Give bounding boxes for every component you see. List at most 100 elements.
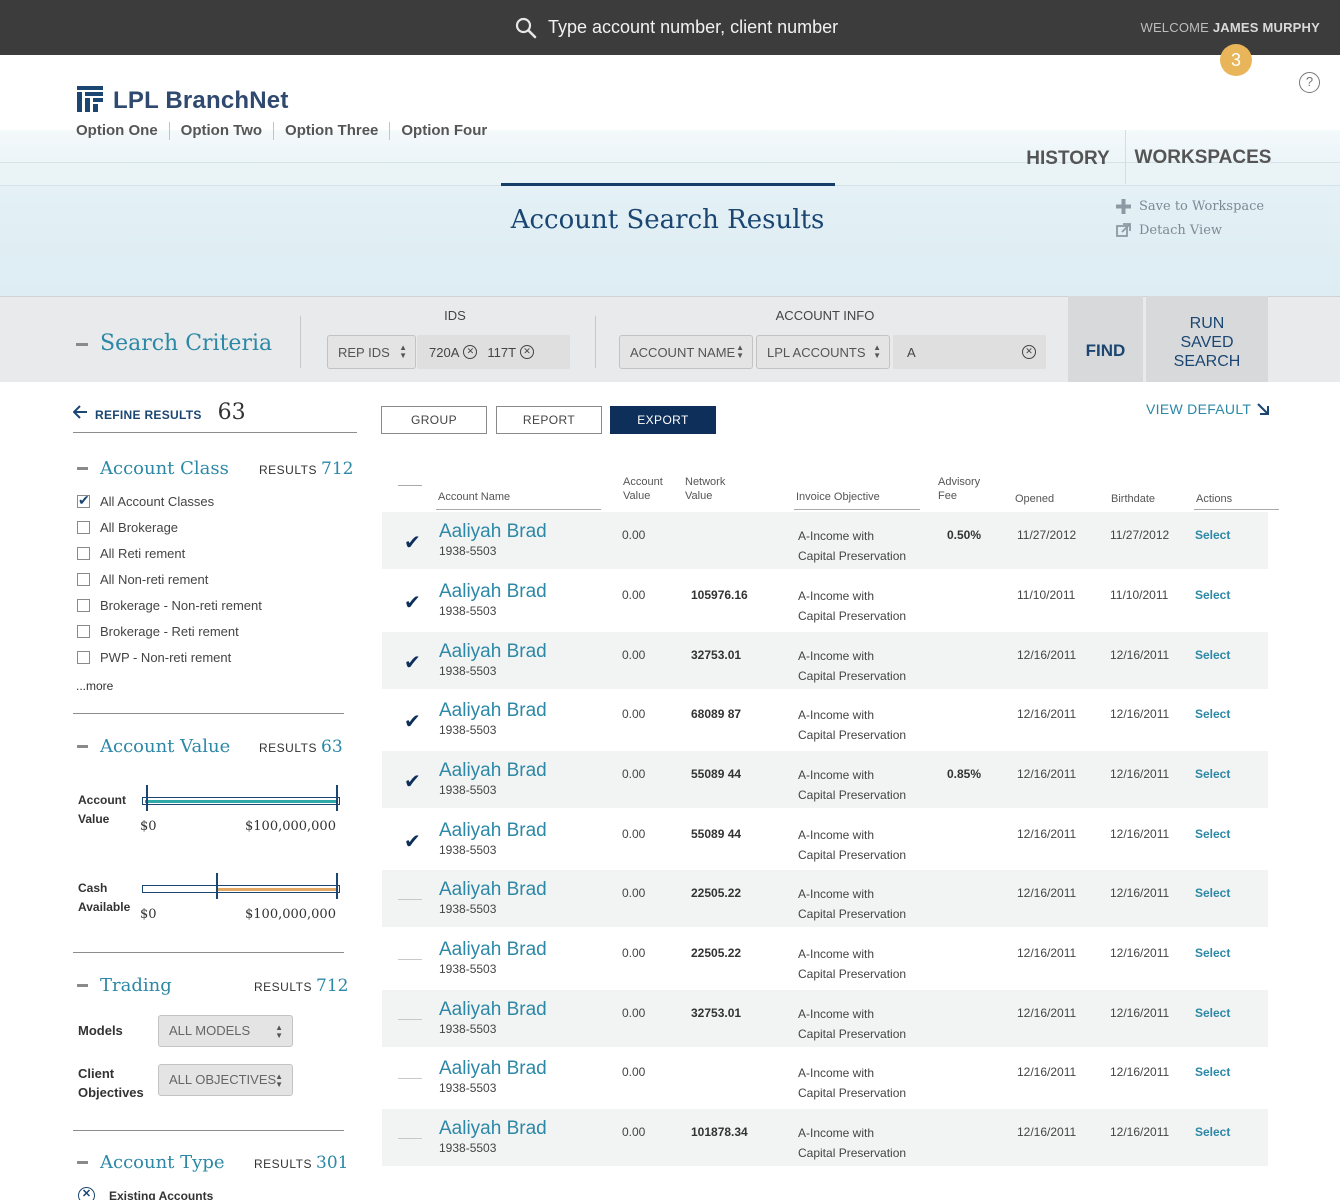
help-icon[interactable]: ? [1299, 72, 1320, 93]
account-class-option[interactable]: All Brokerage [77, 520, 178, 535]
collapse-icon[interactable] [77, 984, 88, 987]
table-row[interactable]: Aaliyah Brad 1938-5503 0.00 32753.01 A-Incom… [382, 990, 1268, 1047]
collapse-icon[interactable] [77, 467, 88, 470]
select-link[interactable]: Select [1195, 767, 1230, 781]
row-checkbox[interactable] [398, 1138, 422, 1139]
table-row[interactable]: ✔ Aaliyah Brad 1938-5503 0.00 105976.16 A-Inc… [382, 572, 1268, 629]
row-checkbox-checked-icon[interactable]: ✔ [404, 712, 421, 732]
select-link[interactable]: Select [1195, 1125, 1230, 1139]
export-button[interactable]: EXPORT [610, 406, 716, 434]
col-advisory-fee[interactable]: Advisory Fee [938, 475, 980, 503]
account-value-range-track[interactable] [142, 797, 340, 805]
row-checkbox-checked-icon[interactable]: ✔ [404, 653, 421, 673]
report-button[interactable]: REPORT [496, 406, 602, 434]
account-name-link[interactable]: Aaliyah Brad [439, 1118, 547, 1140]
account-class-option[interactable]: PWP - Non-reti rement [77, 650, 231, 665]
col-opened[interactable]: Opened [1015, 492, 1054, 506]
account-class-option[interactable]: All Non-reti rement [77, 572, 208, 587]
find-button[interactable]: FIND [1068, 296, 1143, 382]
more-link[interactable]: ...more [76, 679, 113, 693]
app-logo-text[interactable]: LPL BranchNet [113, 87, 289, 115]
account-name-link[interactable]: Aaliyah Brad [439, 581, 547, 603]
select-link[interactable]: Select [1195, 528, 1230, 542]
lpl-accounts-select[interactable]: LPL ACCOUNTS ▲ ▼ [756, 335, 890, 369]
remove-chip-icon[interactable]: ✕ [463, 345, 478, 359]
table-row[interactable]: Aaliyah Brad 1938-5503 0.00 A-Income with Ca… [382, 1049, 1268, 1106]
select-link[interactable]: Select [1195, 648, 1230, 662]
row-checkbox[interactable] [398, 959, 422, 960]
account-class-option[interactable]: All Reti rement [77, 546, 185, 561]
tab-history[interactable]: HISTORY [1012, 140, 1124, 184]
models-select[interactable]: ALL MODELS ▲ ▼ [158, 1015, 293, 1047]
collapse-icon[interactable] [77, 745, 88, 748]
account-class-option[interactable]: Brokerage - Reti rement [77, 624, 239, 639]
rep-ids-select[interactable]: REP IDS ▲ ▼ [327, 335, 416, 369]
account-name-link[interactable]: Aaliyah Brad [439, 700, 547, 722]
account-type-title[interactable]: Account Type [100, 1152, 225, 1173]
account-query-input[interactable]: A ✕ [893, 335, 1046, 369]
view-default-link[interactable]: VIEW DEFAULT [1146, 401, 1270, 417]
checkbox[interactable] [77, 625, 90, 638]
table-row[interactable]: ✔ Aaliyah Brad 1938-5503 0.00 55089 44 A-Inco… [382, 811, 1268, 868]
tab-workspaces[interactable]: WORKSPACES [1125, 130, 1280, 184]
select-link[interactable]: Select [1195, 588, 1230, 602]
user-name[interactable]: JAMES MURPHY [1213, 20, 1320, 35]
row-checkbox[interactable] [398, 1019, 422, 1020]
checkbox[interactable] [77, 492, 90, 509]
checkbox[interactable] [77, 599, 90, 612]
table-row[interactable]: Aaliyah Brad 1938-5503 0.00 101878.34 A-Inco… [382, 1109, 1268, 1166]
group-button[interactable]: GROUP [381, 406, 487, 434]
account-name-link[interactable]: Aaliyah Brad [439, 999, 547, 1021]
range-handle-max[interactable] [336, 785, 338, 811]
select-link[interactable]: Select [1195, 946, 1230, 960]
checkbox[interactable] [77, 547, 90, 560]
account-name-link[interactable]: Aaliyah Brad [439, 760, 547, 782]
row-checkbox-checked-icon[interactable]: ✔ [404, 593, 421, 613]
range-handle-min[interactable] [216, 873, 219, 899]
account-name-select[interactable]: ACCOUNT NAME ▲ ▼ [619, 335, 753, 369]
account-name-link[interactable]: Aaliyah Brad [439, 521, 547, 543]
rep-ids-field[interactable]: 720A ✕ 117T ✕ [417, 335, 570, 369]
account-class-option[interactable]: Brokerage - Non-reti rement [77, 598, 262, 613]
select-link[interactable]: Select [1195, 1065, 1230, 1079]
col-invoice-objective[interactable]: Invoice Objective [796, 490, 880, 504]
collapse-icon[interactable] [76, 343, 88, 346]
range-handle-max[interactable] [336, 873, 338, 899]
account-name-link[interactable]: Aaliyah Brad [439, 939, 547, 961]
run-saved-search-button[interactable]: RUN SAVED SEARCH [1146, 296, 1268, 382]
search-icon[interactable] [514, 16, 538, 40]
col-network-value[interactable]: Network Value [685, 475, 725, 503]
range-handle-min[interactable] [146, 785, 148, 811]
remove-filter-icon[interactable]: ✕ [78, 1187, 95, 1200]
row-checkbox[interactable] [398, 899, 422, 900]
search-criteria-label[interactable]: Search Criteria [100, 331, 272, 356]
clear-input-icon[interactable]: ✕ [1022, 345, 1036, 359]
col-birthdate[interactable]: Birthdate [1111, 492, 1155, 506]
select-link[interactable]: Select [1195, 886, 1230, 900]
account-value-title[interactable]: Account Value [100, 736, 230, 757]
nav-option-one[interactable]: Option One [76, 122, 169, 140]
cash-available-range-track[interactable] [142, 885, 340, 893]
table-row[interactable]: ✔ Aaliyah Brad 1938-5503 0.00 55089 44 A-Inco… [382, 751, 1268, 808]
row-checkbox-checked-icon[interactable]: ✔ [404, 832, 421, 852]
detach-view-button[interactable]: Detach View [1116, 223, 1222, 238]
notification-badge[interactable]: 3 [1220, 44, 1252, 76]
table-row[interactable]: Aaliyah Brad 1938-5503 0.00 22505.22 A-Incom… [382, 930, 1268, 987]
trading-title[interactable]: Trading [100, 975, 172, 996]
nav-option-two[interactable]: Option Two [168, 122, 273, 140]
account-name-link[interactable]: Aaliyah Brad [439, 641, 547, 663]
col-account-value[interactable]: Account Value [623, 475, 663, 503]
global-search-input[interactable] [548, 12, 948, 42]
account-type-option[interactable]: ✕ Existing Accounts [78, 1187, 213, 1200]
select-link[interactable]: Select [1195, 1006, 1230, 1020]
row-checkbox[interactable] [398, 1078, 422, 1079]
row-checkbox-checked-icon[interactable]: ✔ [404, 772, 421, 792]
collapse-icon[interactable] [77, 1161, 88, 1164]
select-link[interactable]: Select [1195, 827, 1230, 841]
row-checkbox-checked-icon[interactable]: ✔ [404, 533, 421, 553]
account-class-option[interactable]: All Account Classes [77, 492, 214, 509]
table-row[interactable]: Aaliyah Brad 1938-5503 0.00 22505.22 A-Incom… [382, 870, 1268, 927]
client-objectives-select[interactable]: ALL OBJECTIVES ▲ ▼ [158, 1064, 293, 1096]
checkbox[interactable] [77, 521, 90, 534]
nav-option-three[interactable]: Option Three [273, 122, 389, 140]
